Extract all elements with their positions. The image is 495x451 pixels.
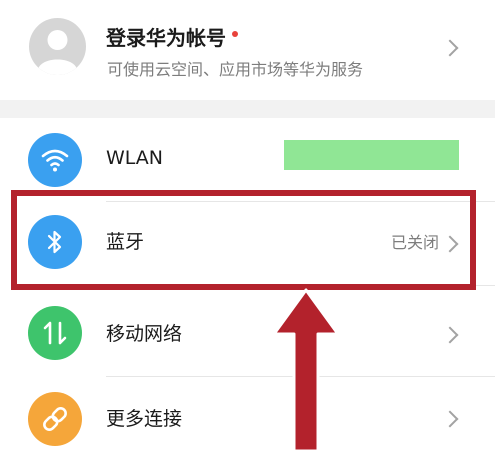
chevron-right-icon: [441, 39, 459, 57]
settings-item-more-connections[interactable]: 更多连接: [0, 377, 495, 451]
section-gap: [0, 100, 495, 118]
more-connections-label: 更多连接: [106, 408, 183, 430]
chevron-right-icon: [441, 410, 459, 428]
settings-item-mobile-network[interactable]: 移动网络: [0, 290, 495, 377]
mobile-data-icon: [28, 306, 82, 360]
avatar-icon: [29, 18, 86, 75]
annotation-arrow-icon: [272, 288, 340, 451]
account-subtitle: 可使用云空间、应用市场等华为服务: [107, 60, 364, 79]
redacted-network-name: [284, 140, 459, 170]
wifi-icon: [28, 133, 82, 187]
annotation-highlight-box: [11, 190, 476, 290]
mobile-network-label: 移动网络: [106, 323, 183, 345]
link-icon: [28, 392, 82, 446]
account-login-item[interactable]: 登录华为帐号 可使用云空间、应用市场等华为服务: [0, 0, 495, 100]
wlan-label: WLAN: [106, 147, 164, 169]
notification-dot: [232, 31, 238, 37]
account-title: 登录华为帐号: [106, 25, 226, 50]
chevron-right-icon: [441, 326, 459, 344]
